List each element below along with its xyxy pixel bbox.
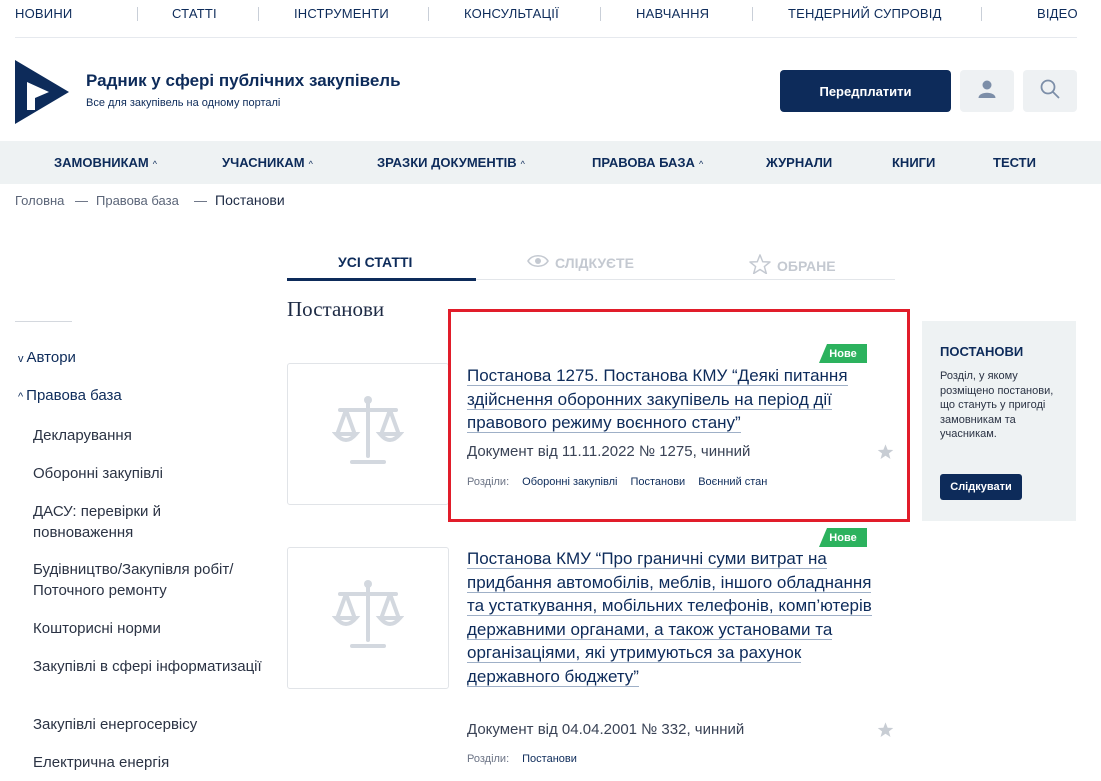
breadcrumb-legal-base[interactable]: Правова база	[96, 193, 179, 208]
article-meta: Документ від 04.04.2001 № 332, чинний	[467, 721, 745, 738]
tab-label: СЛІДКУЄТЕ	[555, 254, 634, 271]
sidebar-divider	[15, 321, 72, 322]
sidebar-item-label: Автори	[26, 349, 76, 366]
search-button[interactable]	[1023, 70, 1077, 112]
star-icon	[749, 254, 771, 277]
breadcrumb-separator: —	[194, 193, 207, 208]
favorite-star-icon[interactable]	[877, 721, 894, 738]
tab-all-articles[interactable]: УСІ СТАТТІ	[338, 254, 412, 270]
site-logo[interactable]	[15, 60, 69, 124]
breadcrumb-current: Постанови	[215, 192, 285, 208]
top-nav-video[interactable]: ВІДЕО	[1037, 6, 1078, 21]
top-nav-tools[interactable]: ІНСТРУМЕНТИ	[294, 6, 389, 21]
user-account-button[interactable]	[960, 70, 1014, 112]
tab-following[interactable]: СЛІДКУЄТЕ	[527, 254, 634, 271]
section-info-box: ПОСТАНОВИ Розділ, у якому розміщено пост…	[922, 321, 1076, 521]
sidebar-item-label: Правова база	[26, 387, 122, 404]
scales-icon	[331, 578, 405, 659]
search-icon	[1040, 79, 1060, 104]
top-nav-separator	[752, 7, 753, 21]
eye-icon	[527, 254, 549, 271]
site-subtitle: Все для закупівель на одному порталі	[86, 97, 281, 109]
sidebar-subitem[interactable]: ДАСУ: перевірки й повноваження	[33, 501, 263, 543]
top-nav-news[interactable]: НОВИНИ	[15, 6, 72, 21]
top-nav-articles[interactable]: СТАТТІ	[172, 6, 217, 21]
sidebar-subitem[interactable]: Декларування	[33, 425, 263, 446]
menu-participants[interactable]: УЧАСНИКАМ ^	[222, 155, 313, 170]
page-title: Постанови	[287, 297, 385, 321]
sidebar-subitem[interactable]: Електрична енергія	[33, 752, 263, 773]
menu-books[interactable]: КНИГИ	[892, 155, 935, 170]
menu-legal-base[interactable]: ПРАВОВА БАЗА ^	[592, 155, 703, 170]
top-nav-consultations[interactable]: КОНСУЛЬТАЦІЇ	[464, 6, 559, 21]
article-tags: Розділи: Постанови	[467, 753, 577, 765]
active-tab-indicator	[287, 278, 476, 281]
menu-tests[interactable]: ТЕСТИ	[993, 155, 1036, 170]
user-icon	[977, 79, 997, 104]
top-nav-divider	[15, 37, 1077, 38]
menu-label: ЗРАЗКИ ДОКУМЕНТІВ	[377, 155, 517, 170]
sidebar-subitem[interactable]: Оборонні закупівлі	[33, 463, 263, 484]
tag-link[interactable]: Постанови	[522, 753, 577, 765]
chevron-up-icon: ^	[152, 159, 157, 169]
scales-icon	[331, 394, 405, 475]
chevron-up-icon: ^	[308, 159, 313, 169]
breadcrumb-separator: —	[75, 193, 88, 208]
top-nav-tender-support[interactable]: ТЕНДЕРНИЙ СУПРОВІД	[788, 6, 942, 21]
article-thumbnail[interactable]	[287, 363, 449, 505]
article-thumbnail[interactable]	[287, 547, 449, 689]
top-nav-separator	[428, 7, 429, 21]
chevron-up-icon: ^	[698, 159, 704, 169]
chevron-up-icon: ^	[520, 159, 525, 169]
menu-label: УЧАСНИКАМ	[222, 155, 305, 170]
sidebar-item-authors[interactable]: v Автори	[18, 349, 76, 366]
menu-customers[interactable]: ЗАМОВНИКАМ ^	[54, 155, 157, 170]
chevron-down-icon: v	[18, 353, 24, 365]
top-nav-separator	[600, 7, 601, 21]
top-nav: НОВИНИ СТАТТІ ІНСТРУМЕНТИ КОНСУЛЬТАЦІЇ Н…	[0, 0, 1101, 30]
tab-favorites[interactable]: ОБРАНЕ	[749, 254, 836, 277]
article-title-link[interactable]: Постанова КМУ “Про граничні суми витрат …	[467, 547, 877, 688]
info-box-text: Розділ, у якому розміщено постанови, що …	[940, 370, 1054, 440]
info-box-title: ПОСТАНОВИ	[940, 344, 1024, 359]
menu-label: ЗАМОВНИКАМ	[54, 155, 149, 170]
subscribe-button[interactable]: Передплатити	[780, 70, 951, 112]
sidebar-subitem[interactable]: Закупівлі в сфері інформатизації	[33, 656, 263, 677]
main-menu: ЗАМОВНИКАМ ^ УЧАСНИКАМ ^ ЗРАЗКИ ДОКУМЕНТІВ…	[0, 141, 1101, 184]
menu-document-samples[interactable]: ЗРАЗКИ ДОКУМЕНТІВ ^	[377, 155, 525, 170]
sidebar-item-legal-base[interactable]: ^ Правова база	[18, 387, 122, 404]
menu-label: ПРАВОВА БАЗА	[592, 155, 695, 170]
menu-journals[interactable]: ЖУРНАЛИ	[766, 155, 832, 170]
highlight-box	[448, 309, 910, 522]
sidebar-subitem[interactable]: Кошторисні норми	[33, 618, 263, 639]
chevron-up-icon: ^	[18, 391, 24, 403]
breadcrumb-home[interactable]: Головна	[15, 193, 64, 208]
tab-label: ОБРАНЕ	[777, 257, 836, 274]
sidebar-subitem[interactable]: Закупівлі енергосервісу	[33, 714, 263, 735]
tags-label: Розділи:	[467, 753, 510, 765]
follow-button[interactable]: Слідкувати	[940, 474, 1022, 500]
top-nav-separator	[981, 7, 982, 21]
new-badge: Нове	[819, 528, 867, 547]
top-nav-separator	[258, 7, 259, 21]
site-title[interactable]: Радник у сфері публічних закупівель	[86, 71, 401, 91]
top-nav-education[interactable]: НАВЧАННЯ	[636, 6, 709, 21]
article-title: Постанова КМУ “Про граничні суми витрат …	[467, 549, 872, 687]
sidebar-subitem[interactable]: Будівництво/Закупівля робіт/ Поточного р…	[33, 559, 263, 601]
top-nav-separator	[137, 7, 138, 21]
